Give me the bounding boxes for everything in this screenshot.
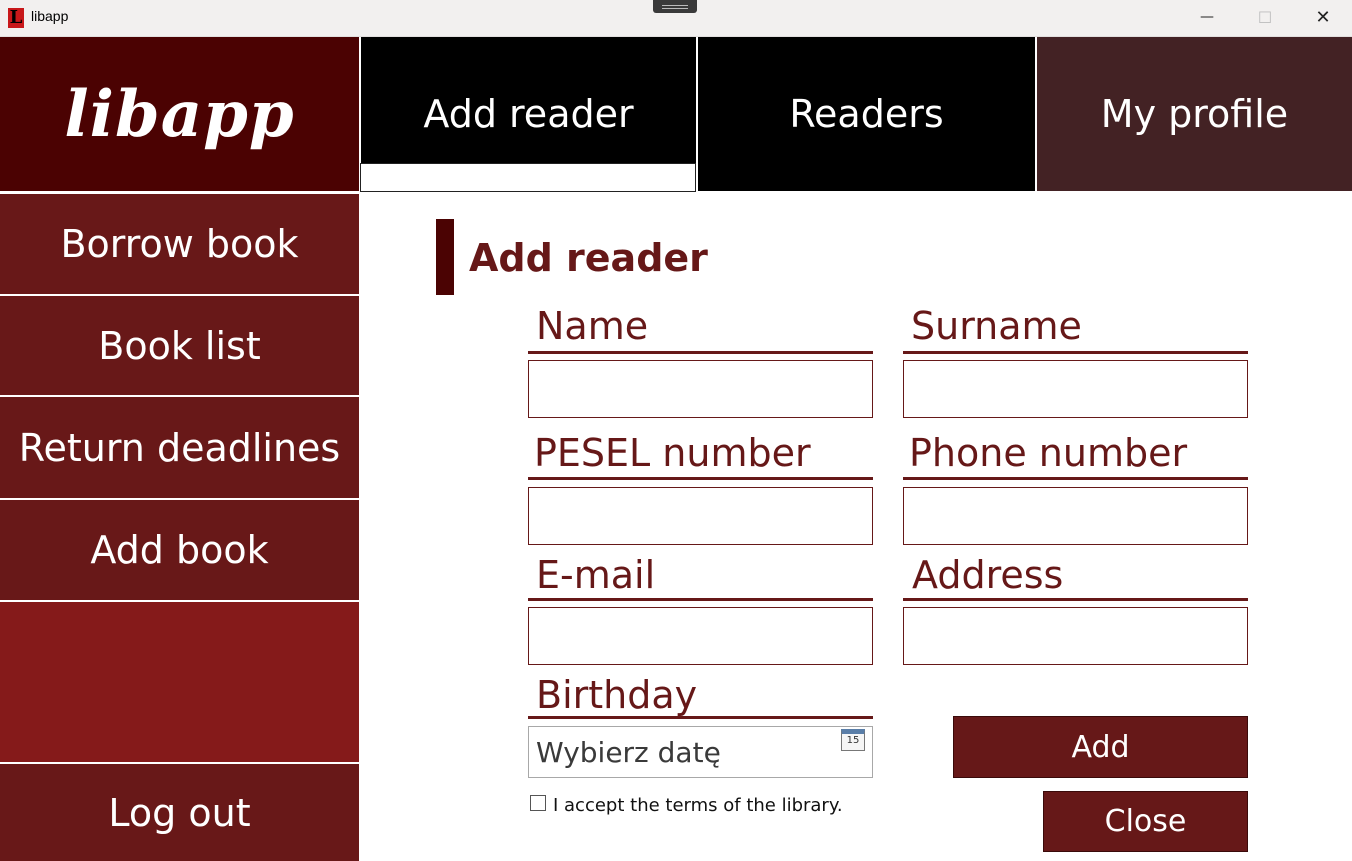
- logo-panel: libapp: [0, 37, 359, 191]
- brand-logo: libapp: [64, 76, 295, 152]
- sidebar-item-return-deadlines[interactable]: Return deadlines: [0, 397, 359, 498]
- surname-underline: [903, 351, 1248, 354]
- address-label: Address: [912, 553, 1064, 597]
- phone-field[interactable]: [903, 487, 1248, 545]
- sidebar-item-label: Book list: [98, 323, 261, 368]
- add-button-label: Add: [1071, 729, 1130, 765]
- sidebar-item-add-book[interactable]: Add book: [0, 500, 359, 600]
- phone-underline: [903, 477, 1248, 480]
- minimize-icon: —: [1200, 9, 1214, 25]
- close-button-label: Close: [1104, 804, 1187, 839]
- address-field[interactable]: [903, 607, 1248, 665]
- maximize-button[interactable]: ☐: [1236, 0, 1294, 34]
- tab-readers[interactable]: Readers: [698, 37, 1035, 191]
- name-label: Name: [536, 304, 649, 348]
- date-placeholder: Wybierz datę: [536, 736, 721, 769]
- page-title: Add reader: [469, 236, 708, 280]
- add-button[interactable]: Add: [953, 716, 1248, 778]
- tab-label: My profile: [1100, 92, 1289, 136]
- tab-label: Readers: [789, 92, 944, 136]
- phone-label: Phone number: [909, 431, 1188, 475]
- sidebar-item-label: Return deadlines: [18, 425, 341, 470]
- pesel-field[interactable]: [528, 487, 873, 545]
- name-underline: [528, 351, 873, 354]
- app-logo-icon: L: [8, 7, 24, 28]
- window-title: libapp: [31, 8, 69, 24]
- tab-label: Add reader: [423, 92, 634, 136]
- tab-my-profile[interactable]: My profile: [1037, 37, 1352, 191]
- section-marker: [436, 219, 454, 295]
- sidebar-spacer: [0, 602, 359, 762]
- pesel-underline: [528, 477, 873, 480]
- sidebar-item-borrow-book[interactable]: Borrow book: [0, 194, 359, 294]
- email-label: E-mail: [536, 553, 656, 597]
- drag-handle[interactable]: [653, 0, 697, 13]
- close-window-button[interactable]: ✕: [1294, 0, 1352, 34]
- email-underline: [528, 598, 873, 601]
- close-form-button[interactable]: Close: [1043, 791, 1248, 852]
- title-bar: L libapp — ☐ ✕: [0, 0, 1352, 37]
- terms-checkbox[interactable]: [530, 795, 546, 811]
- sidebar-item-label: Borrow book: [60, 222, 299, 266]
- name-field[interactable]: [528, 360, 873, 418]
- birthday-underline: [528, 716, 873, 719]
- surname-field[interactable]: [903, 360, 1248, 418]
- active-tab-indicator: [360, 163, 696, 192]
- logout-label: Log out: [108, 790, 251, 835]
- close-icon: ✕: [1315, 6, 1331, 28]
- birthday-date-picker[interactable]: Wybierz datę 15: [528, 726, 873, 778]
- birthday-label: Birthday: [536, 673, 698, 717]
- minimize-button[interactable]: —: [1178, 0, 1236, 34]
- surname-label: Surname: [911, 304, 1082, 348]
- sidebar-item-book-list[interactable]: Book list: [0, 296, 359, 395]
- terms-label: I accept the terms of the library.: [553, 795, 843, 816]
- email-field[interactable]: [528, 607, 873, 665]
- maximize-icon: ☐: [1257, 7, 1273, 27]
- sidebar-item-label: Add book: [90, 528, 269, 572]
- calendar-icon[interactable]: 15: [841, 729, 865, 751]
- logout-button[interactable]: Log out: [0, 764, 359, 861]
- pesel-label: PESEL number: [534, 431, 811, 475]
- address-underline: [903, 598, 1248, 601]
